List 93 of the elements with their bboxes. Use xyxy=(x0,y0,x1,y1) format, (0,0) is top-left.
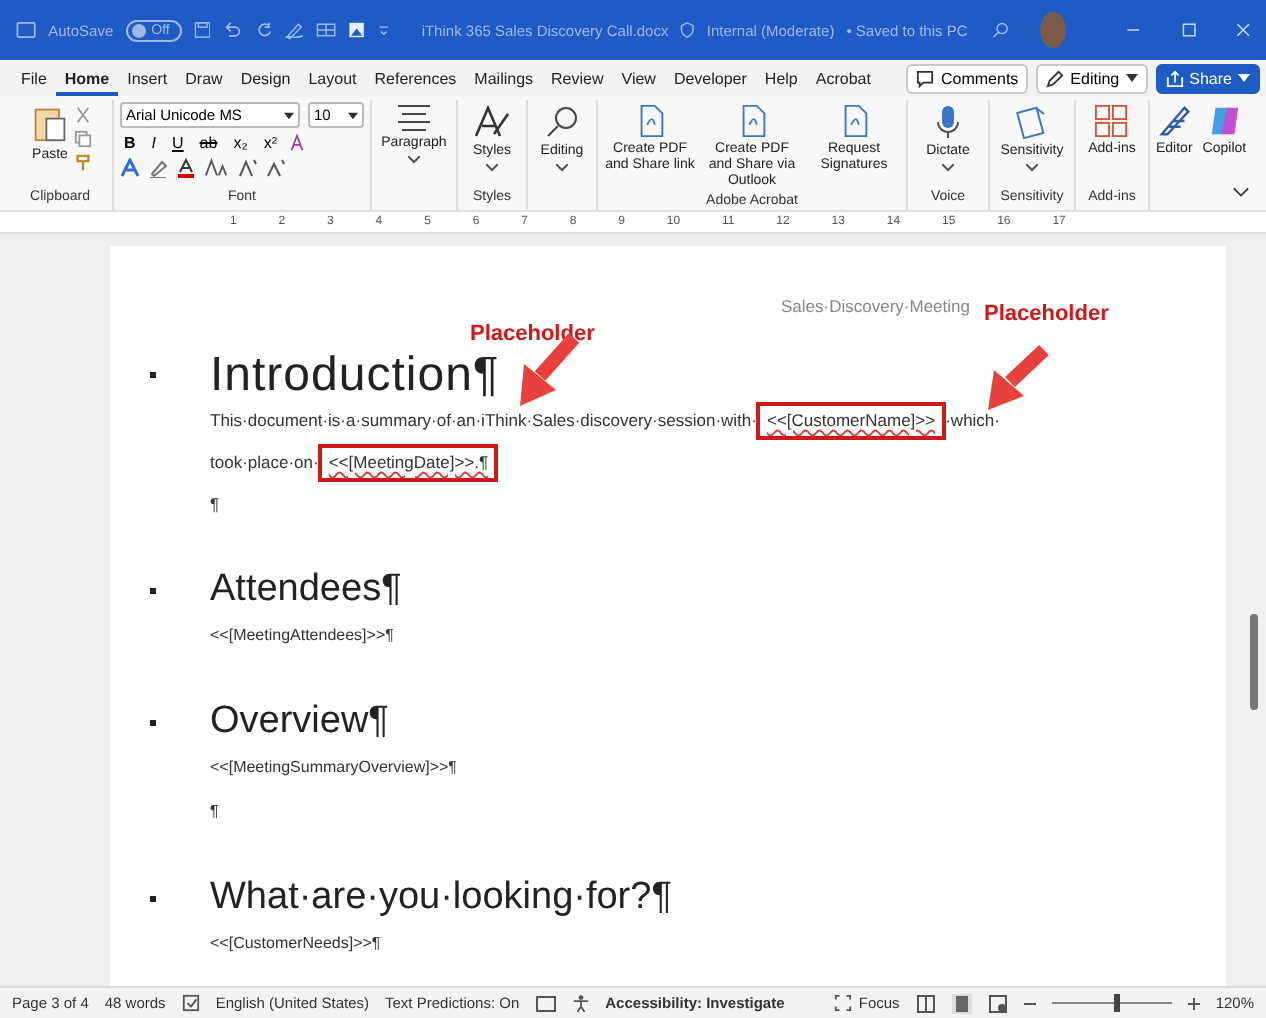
menu-tab[interactable]: Layout xyxy=(299,61,366,95)
menu-tab[interactable]: View xyxy=(612,61,665,95)
microphone-icon xyxy=(933,104,962,140)
callout-label: Placeholder xyxy=(470,322,595,346)
menu-tab[interactable]: Draw xyxy=(176,61,232,95)
shield-icon xyxy=(680,18,695,42)
share-icon xyxy=(1165,69,1184,87)
bullet-icon xyxy=(150,895,156,901)
zoom-in-icon[interactable] xyxy=(1187,997,1200,1009)
section-heading: Attendees¶ xyxy=(210,566,402,614)
image-icon[interactable] xyxy=(348,18,367,42)
callout-arrow xyxy=(988,344,1049,410)
format-painter-icon[interactable] xyxy=(74,154,92,172)
chevron-icon xyxy=(407,156,420,165)
format-button[interactable]: ab xyxy=(195,134,222,152)
comments-button[interactable]: Comments xyxy=(906,63,1029,93)
chevron-icon xyxy=(941,164,954,173)
app-icon[interactable] xyxy=(16,18,37,42)
section-heading: What·are·you·looking·for?¶ xyxy=(210,874,672,922)
menu-tab[interactable]: Insert xyxy=(118,61,177,95)
change-case-icon[interactable] xyxy=(204,158,230,178)
pen-icon xyxy=(1157,104,1192,138)
maximize-icon[interactable] xyxy=(1181,20,1196,40)
caret-icon xyxy=(1238,74,1250,82)
menu-tab[interactable]: Help xyxy=(755,61,807,95)
copy-icon[interactable] xyxy=(74,130,92,148)
undo-icon[interactable] xyxy=(222,18,244,42)
zoom-out-icon[interactable] xyxy=(1023,997,1036,1009)
proofing-icon[interactable] xyxy=(181,994,200,1012)
body-paragraph: <<[MeetingSummaryOverview]>>¶ xyxy=(210,756,459,780)
caret-icon xyxy=(1125,74,1138,82)
body-paragraph: ¶ xyxy=(210,800,221,824)
menu-tab[interactable]: Acrobat xyxy=(806,61,880,95)
chevron-icon xyxy=(556,164,568,173)
caret-icon xyxy=(348,111,358,119)
menu-tab[interactable]: Developer xyxy=(664,61,756,95)
format-button[interactable]: x₂ xyxy=(229,134,252,152)
accessibility-icon[interactable] xyxy=(571,994,590,1012)
section-heading: Introduction¶ xyxy=(210,350,500,400)
text-effects-icon[interactable] xyxy=(120,158,140,178)
editing-mode-button[interactable]: Editing xyxy=(1036,63,1148,93)
keyboard-icon[interactable] xyxy=(535,995,556,1011)
pencil-icon xyxy=(1046,69,1065,87)
section-heading: Overview¶ xyxy=(210,698,389,746)
read-mode-icon[interactable] xyxy=(915,993,936,1013)
print-layout-icon[interactable] xyxy=(951,993,972,1013)
pen-icon[interactable] xyxy=(284,18,305,42)
body-paragraph: This·document·is·a·summary·of·an·iThink·Sales·discovery·session·with· <<[CustomerName]>> ·which· took·place·on· <<[MeetingDate]>>.¶ xyxy=(210,400,1012,484)
callout-label: Placeholder xyxy=(984,302,1109,326)
body-paragraph: ¶ xyxy=(210,492,222,518)
styles-icon xyxy=(474,104,510,140)
clipboard-icon xyxy=(32,104,68,144)
share-button[interactable]: Share xyxy=(1155,63,1260,93)
format-button[interactable]: I xyxy=(147,134,161,152)
bullet-icon xyxy=(150,719,156,725)
redo-icon[interactable] xyxy=(255,18,273,42)
bullet-icon xyxy=(150,372,156,378)
chevron-icon xyxy=(1025,164,1038,173)
focus-icon xyxy=(834,994,853,1012)
shrink-font-icon[interactable] xyxy=(266,158,286,178)
scissors-icon[interactable] xyxy=(74,106,92,124)
body-paragraph: <<[CustomerNeeds]>>¶ xyxy=(210,932,383,956)
caret-icon xyxy=(284,111,294,119)
menu-tab[interactable]: File xyxy=(12,61,56,95)
bullet-icon xyxy=(150,587,156,593)
font-color-icon[interactable] xyxy=(176,158,196,178)
menu-tab[interactable]: Mailings xyxy=(465,61,543,95)
table-icon[interactable] xyxy=(316,18,337,42)
save-icon[interactable] xyxy=(193,18,211,42)
search-icon xyxy=(544,104,580,140)
sensitivity-icon xyxy=(1015,104,1048,140)
menu-tab[interactable]: Design xyxy=(231,61,300,95)
grow-font-icon[interactable] xyxy=(238,158,258,178)
comment-icon xyxy=(916,69,935,87)
web-layout-icon[interactable] xyxy=(987,993,1008,1013)
format-button[interactable]: x² xyxy=(259,134,281,152)
page-header: Sales·Discovery·Meeting xyxy=(781,296,970,320)
format-button[interactable]: U xyxy=(168,134,188,152)
customize-icon[interactable] xyxy=(378,20,390,40)
collapse-ribbon-icon[interactable] xyxy=(1232,186,1250,198)
copilot-icon xyxy=(1207,104,1242,138)
menu-tab[interactable]: References xyxy=(365,61,466,95)
menu-tab[interactable]: Home xyxy=(55,61,119,95)
format-button[interactable]: B xyxy=(120,134,140,152)
body-paragraph: <<[MeetingAttendees]>>¶ xyxy=(210,624,396,648)
grid-icon xyxy=(1094,104,1129,138)
highlighter-icon[interactable] xyxy=(148,158,168,178)
menu-tab[interactable]: Review xyxy=(542,61,613,95)
search-icon[interactable] xyxy=(991,18,1009,42)
align-icon xyxy=(395,104,432,132)
close-icon[interactable] xyxy=(1235,20,1250,40)
clear-format-icon[interactable] xyxy=(288,134,307,152)
chevron-icon xyxy=(486,164,498,173)
